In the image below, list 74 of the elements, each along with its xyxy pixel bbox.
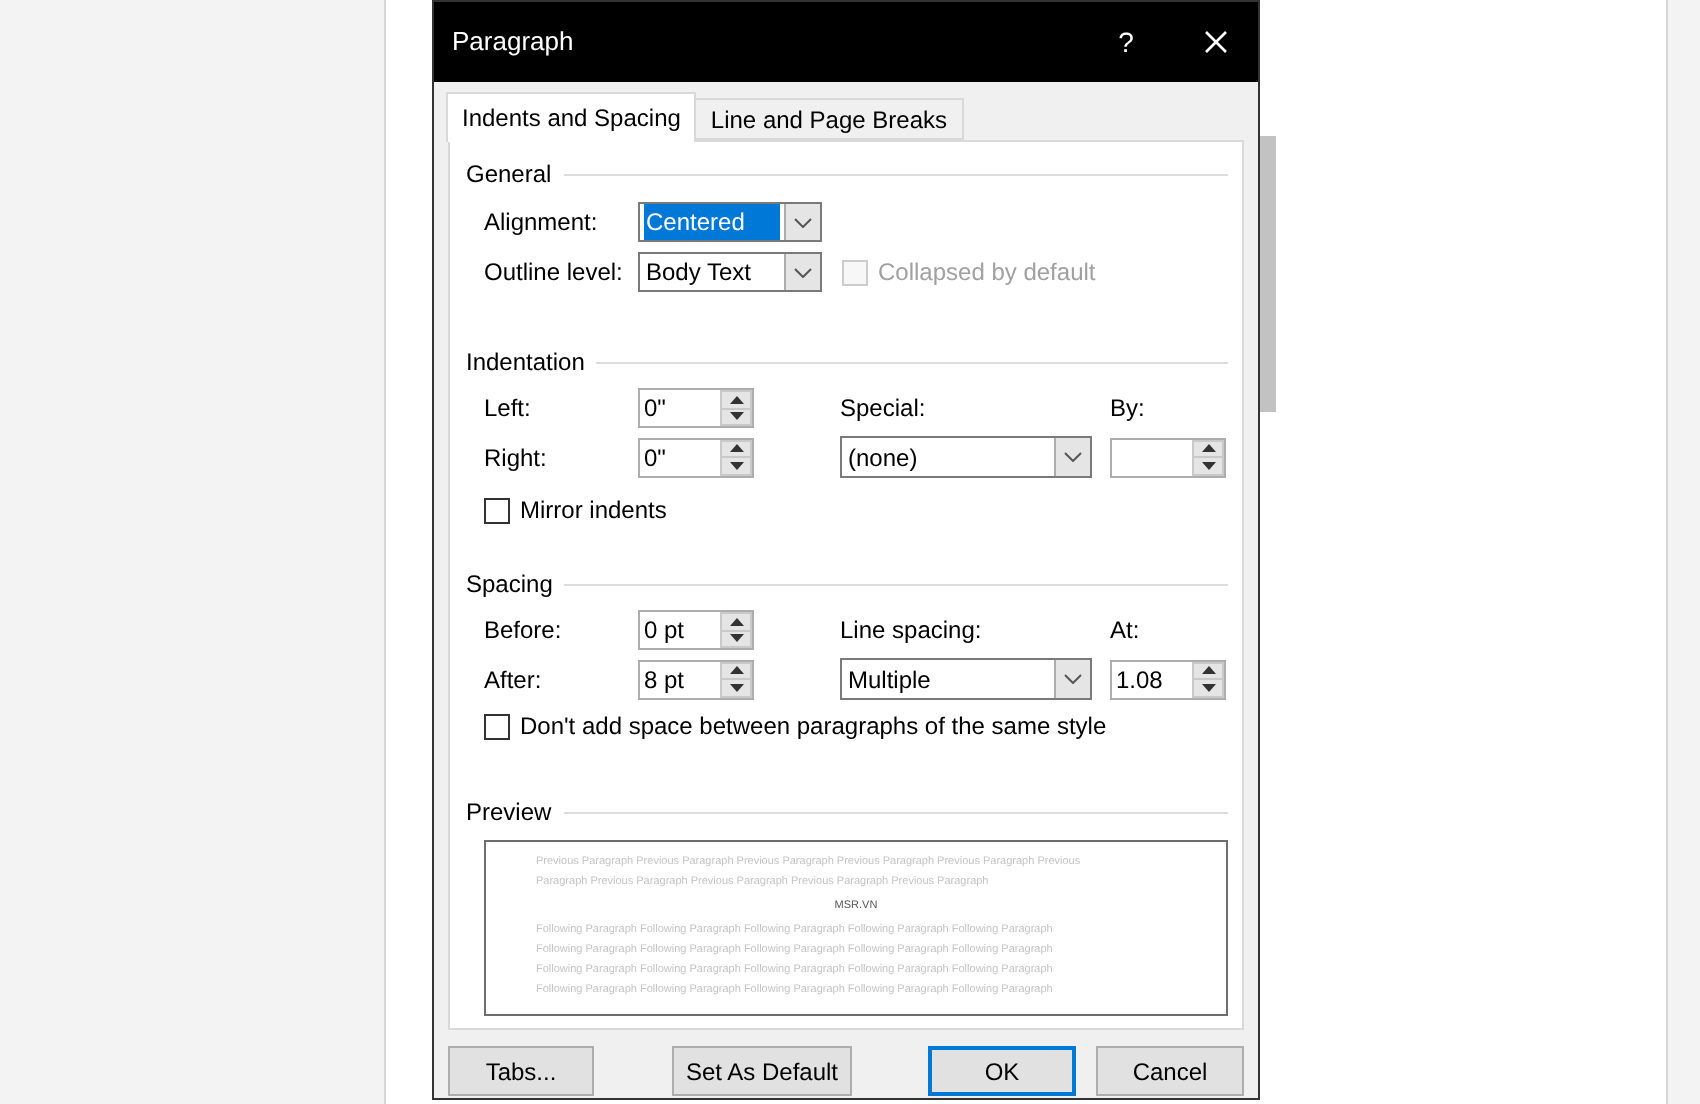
spin-up-button[interactable] — [1192, 661, 1224, 680]
field-label: Outline level: — [484, 256, 625, 290]
up-arrow-icon — [1201, 444, 1215, 453]
section-heading: Spacing — [466, 568, 553, 602]
field-label: Before: — [484, 614, 564, 648]
checkbox-label: Collapsed by default — [878, 256, 1096, 290]
field-label: Right: — [484, 441, 549, 475]
dialog-button[interactable]: Tabs... — [448, 1046, 594, 1096]
checkbox-label: Mirror indents — [520, 494, 667, 528]
spin-down-button[interactable] — [720, 458, 752, 475]
chevron-down-icon — [794, 267, 812, 277]
spin-value: 0 pt — [644, 614, 685, 648]
field-label: By: — [1110, 392, 1145, 426]
spin-field[interactable]: 0 pt — [638, 610, 754, 650]
down-arrow-icon — [1201, 461, 1215, 470]
down-arrow-icon — [729, 412, 743, 421]
dialog-button[interactable]: Set As Default — [672, 1046, 852, 1096]
field-label: Special: — [840, 392, 928, 426]
up-arrow-icon — [729, 617, 743, 626]
spin-up-button[interactable] — [720, 439, 752, 458]
dropdown[interactable]: Centered — [638, 202, 822, 242]
spin-up-button[interactable] — [1192, 439, 1224, 458]
down-arrow-icon — [729, 683, 743, 692]
spin-field[interactable]: 0" — [638, 388, 754, 428]
spin-up-button[interactable] — [720, 661, 752, 680]
up-arrow-icon — [729, 666, 743, 675]
up-arrow-icon — [1201, 666, 1215, 675]
spin-value: 0" — [644, 441, 666, 475]
checkbox[interactable] — [484, 713, 510, 739]
spin-down-button[interactable] — [1192, 680, 1224, 697]
section-heading: General — [466, 158, 552, 192]
spin-field[interactable]: 0" — [638, 437, 754, 477]
field-label: Line spacing: — [840, 614, 984, 648]
spin-field[interactable]: 1.08 — [1110, 659, 1226, 699]
section-heading: Indentation — [466, 346, 585, 380]
chevron-down-icon — [794, 217, 812, 227]
dropdown[interactable]: Body Text — [638, 252, 822, 292]
dropdown[interactable]: Multiple — [840, 658, 1092, 700]
chevron-down-icon — [1064, 452, 1082, 462]
spin-value: 0" — [644, 392, 666, 426]
spin-down-button[interactable] — [1192, 458, 1224, 475]
section-heading: Preview — [466, 796, 552, 830]
tab[interactable]: Line and Page Breaks — [696, 98, 964, 140]
spin-down-button[interactable] — [720, 680, 752, 697]
spin-value: 1.08 — [1116, 663, 1163, 697]
help-button[interactable]: ? — [1096, 12, 1156, 72]
up-arrow-icon — [729, 444, 743, 453]
close-icon — [1204, 30, 1228, 54]
field-label: Alignment: — [484, 206, 600, 240]
chevron-down-icon — [1064, 674, 1082, 684]
tab[interactable]: Indents and Spacing — [446, 92, 697, 142]
up-arrow-icon — [729, 395, 743, 404]
down-arrow-icon — [729, 461, 743, 470]
dropdown-value: Centered — [644, 204, 780, 240]
spin-up-button[interactable] — [720, 390, 752, 409]
field-label: At: — [1110, 614, 1140, 648]
scrollbar-thumb[interactable] — [1260, 136, 1276, 412]
field-label: After: — [484, 663, 544, 697]
window-title: Paragraph — [452, 24, 576, 61]
spin-value: 8 pt — [644, 663, 685, 697]
spin-field[interactable]: 8 pt — [638, 659, 754, 699]
dropdown-value: (none) — [846, 441, 920, 475]
checkbox-label: Don't add space between paragraphs of the same style — [520, 710, 1107, 744]
checkbox[interactable] — [484, 497, 510, 523]
dialog-button[interactable]: OK — [928, 1046, 1076, 1096]
down-arrow-icon — [729, 634, 743, 643]
dropdown[interactable]: (none) — [840, 436, 1092, 478]
dropdown-value: Body Text — [644, 256, 753, 290]
down-arrow-icon — [1201, 683, 1215, 692]
dialog-button[interactable]: Cancel — [1096, 1046, 1244, 1096]
spin-field[interactable] — [1110, 437, 1226, 477]
field-label: Left: — [484, 392, 533, 426]
dropdown-value: Multiple — [846, 663, 933, 697]
spin-up-button[interactable] — [720, 612, 752, 631]
